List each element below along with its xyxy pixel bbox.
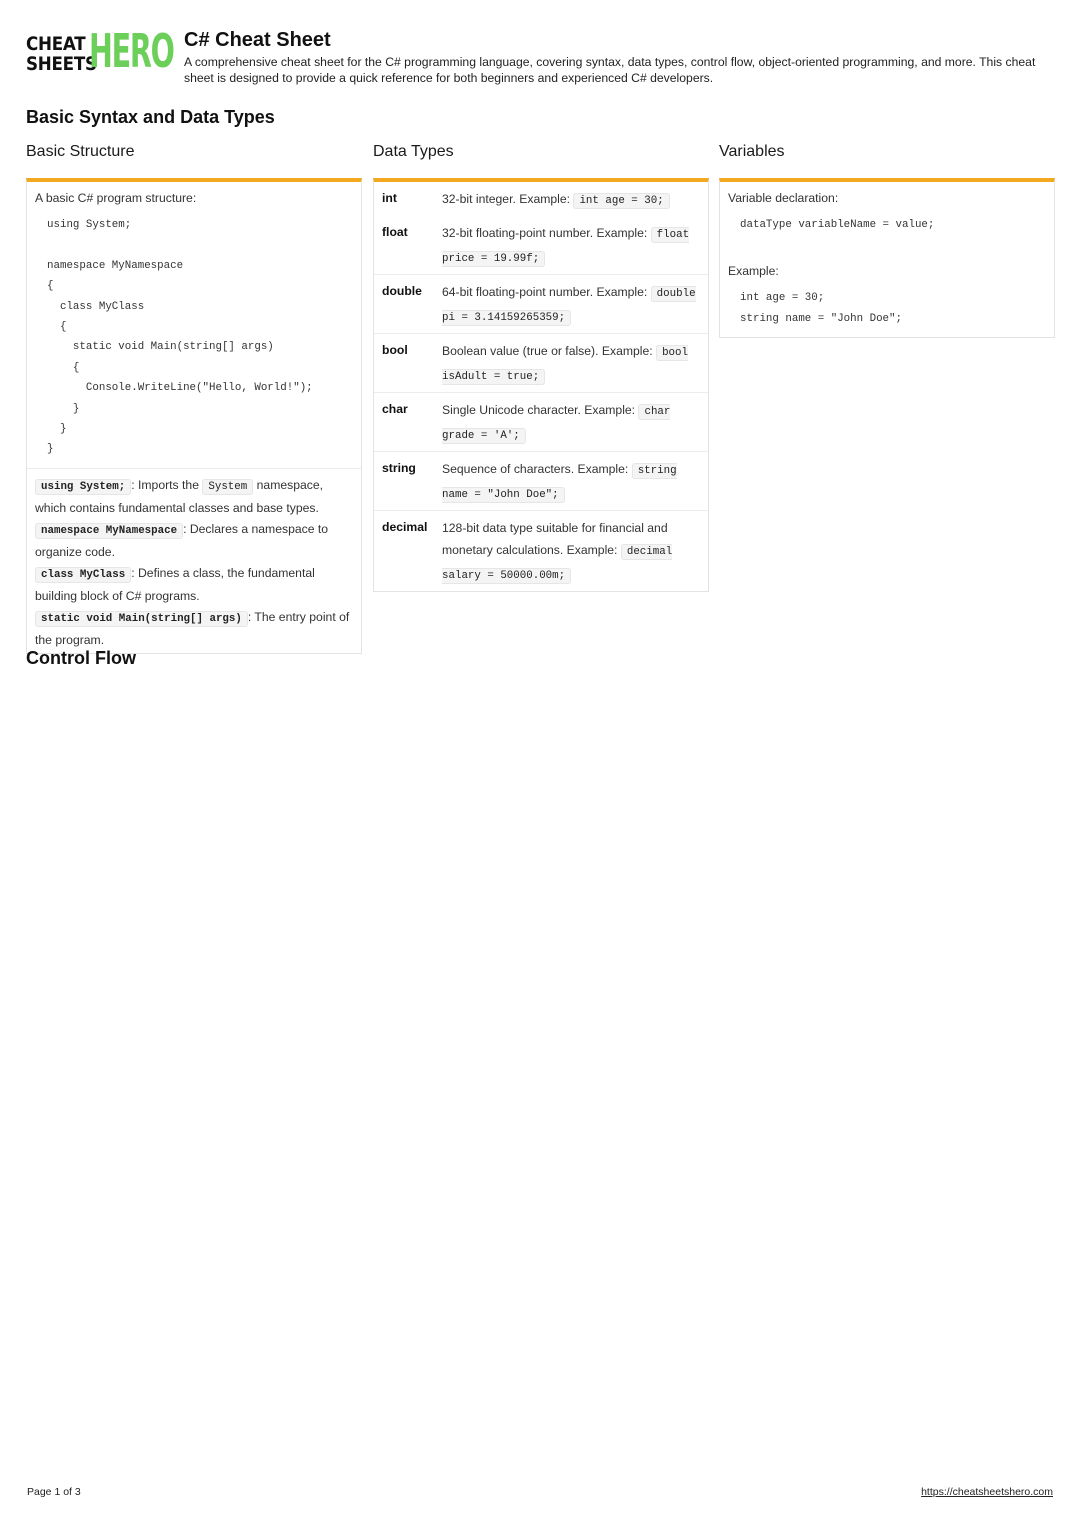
data-type-desc-text: Boolean value (true or false). Example: xyxy=(442,344,657,358)
basic-structure-card: A basic C# program structure: using Syst… xyxy=(26,178,362,654)
data-type-example: int age = 30; xyxy=(573,193,670,209)
code-line: { xyxy=(47,361,80,374)
logo-text-left: CHEAT SHEETS xyxy=(26,34,97,74)
variable-example-label: Example: xyxy=(728,264,779,279)
basic-structure-title: Basic Structure xyxy=(26,143,135,160)
note-item: static void Main(string[] args): The ent… xyxy=(35,607,353,651)
code-line: { xyxy=(47,321,67,334)
note-text: : Imports the xyxy=(131,477,203,492)
data-type-description: Boolean value (true or false). Example: … xyxy=(442,340,700,388)
cheatsheetshero-logo[interactable]: CHEAT SHEETS HERO xyxy=(26,28,175,76)
data-types-table: int 32-bit integer. Example: int age = 30… xyxy=(373,178,709,592)
variables-column: Variables Variable declaration: dataType… xyxy=(719,142,1055,339)
data-types-column: Data Types int 32-bit integer. Example: i… xyxy=(373,142,709,592)
data-type-name: char xyxy=(382,402,408,416)
code-line: } xyxy=(47,402,80,415)
code-line: class MyClass xyxy=(47,300,145,313)
page-header: CHEAT SHEETS HERO C# Cheat Sheet A compr… xyxy=(26,28,1056,90)
data-type-row-char: char Single Unicode character. Example: c… xyxy=(374,392,708,451)
data-type-desc-text: 32-bit integer. Example: xyxy=(442,192,574,206)
code-line: string name = "John Doe"; xyxy=(740,312,902,325)
data-type-name: string xyxy=(382,461,416,475)
data-type-row-int: int 32-bit integer. Example: int age = 30… xyxy=(374,182,708,216)
note-code: static void Main(string[] args) xyxy=(35,610,248,627)
logo-hero: HERO xyxy=(89,24,175,78)
page-title: C# Cheat Sheet xyxy=(184,29,331,51)
variables-title: Variables xyxy=(719,143,785,160)
basic-structure-notes: using System;: Imports the System namesp… xyxy=(27,467,361,653)
data-type-description: 32-bit floating-point number. Example: f… xyxy=(442,222,700,270)
note-item: namespace MyNamespace: Declares a namesp… xyxy=(35,519,353,563)
code-line: static void Main(string[] args) xyxy=(47,341,274,354)
code-line: { xyxy=(47,280,54,293)
data-type-name: bool xyxy=(382,343,408,357)
data-type-name: double xyxy=(382,284,422,298)
page-number: Page 1 of 3 xyxy=(27,1486,81,1498)
page-description: A comprehensive cheat sheet for the C# p… xyxy=(184,55,1036,85)
data-type-row-float: float 32-bit floating-point number. Examp… xyxy=(374,216,708,274)
logo-line2: SHEETS xyxy=(26,53,97,75)
note-code: namespace MyNamespace xyxy=(35,522,184,539)
code-line: namespace MyNamespace xyxy=(47,259,184,272)
section-title-control-flow: Control Flow xyxy=(26,648,136,668)
data-type-name: decimal xyxy=(382,520,428,534)
variable-declaration-code: dataType variableName = value; xyxy=(740,219,935,231)
variable-declaration-label: Variable declaration: xyxy=(728,191,839,205)
data-types-title: Data Types xyxy=(373,143,454,160)
basic-structure-column: Basic Structure A basic C# program struc… xyxy=(26,142,362,654)
data-type-desc-text: 64-bit floating-point number. Example: xyxy=(442,285,651,299)
data-type-row-string: string Sequence of characters. Example: s… xyxy=(374,451,708,510)
section-title-basic-syntax: Basic Syntax and Data Types xyxy=(26,107,275,127)
data-type-description: 32-bit integer. Example: int age = 30; xyxy=(442,188,700,212)
code-line: int age = 30; xyxy=(740,292,825,305)
note-code: System xyxy=(202,478,254,495)
variables-card: Variable declaration: dataType variableN… xyxy=(719,178,1055,339)
code-line: } xyxy=(47,443,54,456)
data-type-desc-text: 32-bit floating-point number. Example: xyxy=(442,226,651,240)
note-item: using System;: Imports the System namesp… xyxy=(35,475,353,519)
note-item: class MyClass: Defines a class, the fund… xyxy=(35,563,353,607)
note-code: class MyClass xyxy=(35,566,132,583)
data-type-description: 64-bit floating-point number. Example: d… xyxy=(442,281,700,329)
note-code: using System; xyxy=(35,478,132,495)
data-type-row-decimal: decimal 128-bit data type suitable for fi… xyxy=(374,510,708,591)
data-type-name: float xyxy=(382,225,408,239)
logo-line1: CHEAT xyxy=(26,33,86,55)
data-type-description: Single Unicode character. Example: char … xyxy=(442,399,700,447)
code-line: } xyxy=(47,423,67,436)
code-line: using System; xyxy=(47,219,132,231)
basic-structure-intro: A basic C# program structure: xyxy=(35,191,197,205)
data-type-desc-text: Single Unicode character. Example: xyxy=(442,403,639,417)
variable-example-code: int age = 30; string name = "John Doe"; xyxy=(728,288,1046,329)
footer-link[interactable]: https://cheatsheetshero.com xyxy=(921,1486,1053,1498)
data-type-row-double: double 64-bit floating-point number. Exam… xyxy=(374,274,708,333)
data-type-description: 128-bit data type suitable for financial… xyxy=(442,517,700,587)
data-type-name: int xyxy=(382,191,397,205)
code-line: Console.WriteLine("Hello, World!"); xyxy=(47,382,313,395)
data-type-desc-text: Sequence of characters. Example: xyxy=(442,462,632,476)
title-block: C# Cheat Sheet A comprehensive cheat she… xyxy=(184,28,1056,86)
basic-structure-code: using System; namespace MyNamespace { clas… xyxy=(35,215,353,460)
data-type-row-bool: bool Boolean value (true or false). Examp… xyxy=(374,333,708,392)
data-type-description: Sequence of characters. Example: string … xyxy=(442,458,700,506)
